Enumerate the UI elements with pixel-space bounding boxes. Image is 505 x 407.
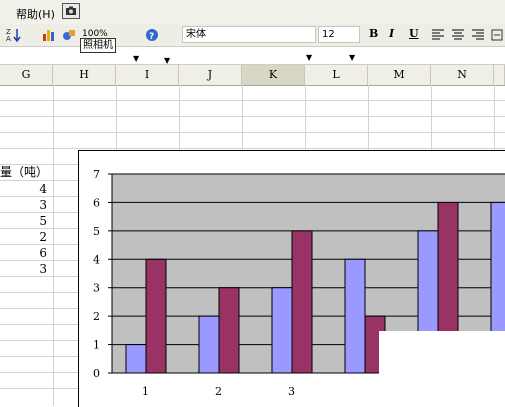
column-header-j[interactable]: J xyxy=(179,65,242,85)
camera-tooltip: 照相机 xyxy=(80,38,116,53)
bar xyxy=(198,315,220,374)
y-tick-label: 3 xyxy=(93,282,100,295)
font-size-field[interactable]: 12 xyxy=(318,26,360,43)
cell-g-value[interactable]: 5 xyxy=(27,214,47,228)
drawing-icon[interactable] xyxy=(62,24,76,46)
cell-g-value[interactable]: 6 xyxy=(27,246,47,260)
font-name-field[interactable]: 宋体 xyxy=(182,26,316,43)
camera-icon[interactable] xyxy=(62,3,80,19)
merge-center-icon[interactable] xyxy=(491,24,503,46)
size-dropdown-icon[interactable]: ▼ xyxy=(349,53,355,62)
column-header-l[interactable]: L xyxy=(305,65,368,85)
bar xyxy=(344,258,366,374)
font-dropdown-icon[interactable]: ▼ xyxy=(306,53,312,62)
svg-text:?: ? xyxy=(149,32,154,42)
bar xyxy=(218,287,240,374)
x-tick-label: 2 xyxy=(215,385,222,398)
bold-button[interactable]: B xyxy=(369,27,378,40)
column-header-g[interactable]: G xyxy=(0,65,53,85)
column-header-k[interactable]: K xyxy=(242,65,305,85)
formatting-toolbar: ZA 100% ▼ ? ▼ 宋体 ▼ 12 ▼ B I U xyxy=(0,24,505,65)
x-tick-label: 1 xyxy=(142,385,149,398)
align-center-icon[interactable] xyxy=(451,24,465,46)
sort-icon[interactable]: ZA xyxy=(6,24,22,46)
column-header-i[interactable]: I xyxy=(116,65,179,85)
column-header-n[interactable]: N xyxy=(431,65,494,85)
y-tick-label: 7 xyxy=(93,168,100,181)
chart-wizard-icon[interactable] xyxy=(42,24,56,46)
y-tick-label: 1 xyxy=(93,339,100,352)
bar xyxy=(271,287,293,374)
column-header-h[interactable]: H xyxy=(53,65,116,85)
menu-help[interactable]: 帮助(H) xyxy=(16,6,55,22)
align-left-icon[interactable] xyxy=(431,24,445,46)
help-icon[interactable]: ? xyxy=(145,24,159,46)
cell-g-value[interactable]: 2 xyxy=(27,230,47,244)
y-tick-label: 0 xyxy=(93,367,100,380)
bar-chart: 0 1 2 3 4 5 6 7 1 2 3 xyxy=(93,168,505,407)
column-header-o[interactable] xyxy=(494,65,505,85)
column-header-bar: G H I J K L M N xyxy=(0,64,505,86)
cell-g-value[interactable]: 4 xyxy=(27,182,47,196)
cell-g-value[interactable]: 3 xyxy=(27,262,47,276)
cell-g-header[interactable]: 量（吨） xyxy=(0,163,48,180)
column-header-m[interactable]: M xyxy=(368,65,431,85)
menu-bar: 帮助(H) xyxy=(0,0,505,25)
underline-button[interactable]: U xyxy=(409,27,419,40)
embedded-chart[interactable]: 0 1 2 3 4 5 6 7 1 2 3 xyxy=(78,150,505,407)
x-tick-label: 3 xyxy=(288,385,295,398)
y-tick-label: 4 xyxy=(93,253,100,266)
bar xyxy=(145,258,167,374)
y-tick-label: 6 xyxy=(93,196,100,209)
italic-button[interactable]: I xyxy=(389,27,394,40)
bar xyxy=(125,344,147,374)
cell-g-value[interactable]: 3 xyxy=(27,198,47,212)
zoom-dropdown-icon[interactable]: ▼ xyxy=(133,54,139,63)
bar xyxy=(291,230,313,374)
y-tick-label: 2 xyxy=(93,310,100,323)
y-tick-label: 5 xyxy=(93,225,100,238)
svg-text:A: A xyxy=(6,35,11,43)
align-right-icon[interactable] xyxy=(471,24,485,46)
occluding-panel xyxy=(379,331,505,407)
